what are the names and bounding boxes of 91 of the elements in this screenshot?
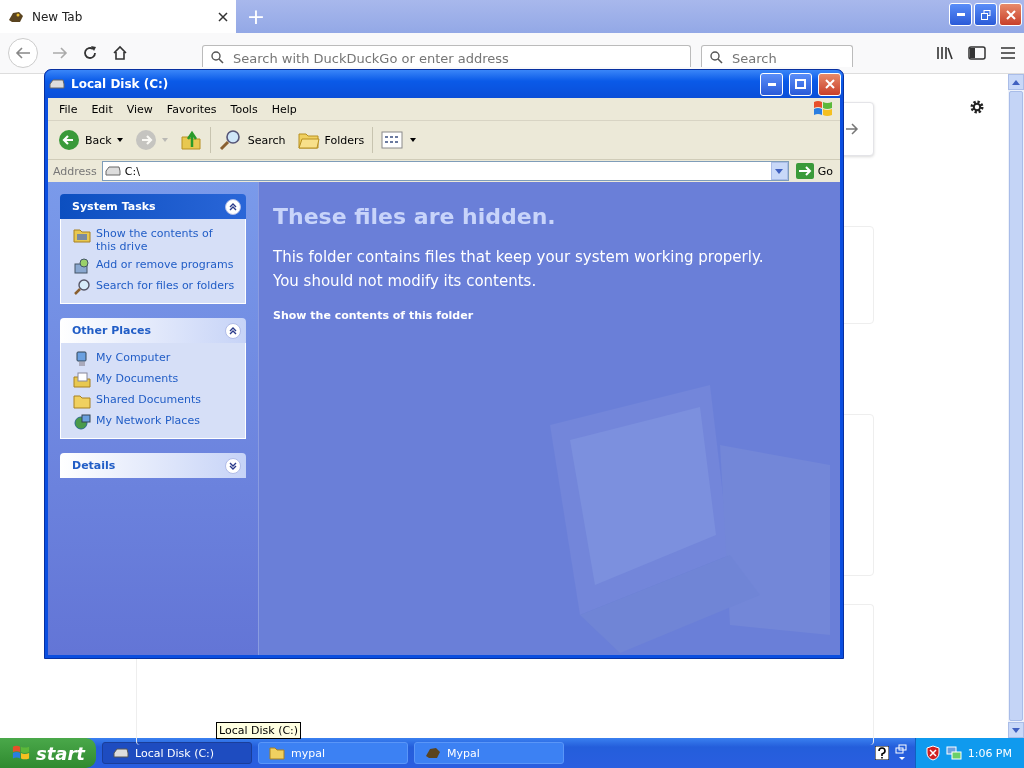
address-field[interactable]: Search with DuckDuckGo or enter address xyxy=(202,45,691,67)
folder-icon xyxy=(269,746,285,760)
minimize-button[interactable] xyxy=(760,72,783,96)
search-button[interactable]: Search xyxy=(214,127,290,153)
close-icon[interactable] xyxy=(218,11,228,22)
grid-icon xyxy=(381,131,406,149)
menu-item[interactable]: Tools xyxy=(223,102,265,116)
task-link[interactable]: Add or remove programs xyxy=(96,258,234,271)
panel-header[interactable]: Details xyxy=(60,453,246,478)
back-arrow-icon xyxy=(15,46,31,60)
menu-item[interactable]: File xyxy=(52,102,85,116)
minimize-icon xyxy=(956,13,965,16)
address-field[interactable]: C:\ xyxy=(101,161,789,181)
taskbar-button[interactable]: Mypal xyxy=(414,742,564,764)
task-link[interactable]: Shared Documents xyxy=(96,393,201,406)
task-link[interactable]: My Computer xyxy=(96,351,171,364)
sidebar-icon[interactable] xyxy=(968,45,986,61)
restore-button[interactable] xyxy=(974,3,997,26)
folders-button[interactable]: Folders xyxy=(293,128,369,152)
close-icon xyxy=(824,79,835,89)
close-button[interactable] xyxy=(999,3,1022,26)
drive-icon xyxy=(113,746,129,760)
search-icon xyxy=(218,129,243,151)
task-link[interactable]: My Network Places xyxy=(96,414,200,427)
close-button[interactable] xyxy=(818,72,841,96)
search-field[interactable]: Search xyxy=(701,45,853,67)
programs-icon xyxy=(73,258,91,274)
dropdown-button[interactable] xyxy=(770,162,788,180)
panel-header[interactable]: Other Places xyxy=(60,318,246,343)
folder-icon xyxy=(297,130,320,150)
drive-icon xyxy=(73,227,91,243)
window-title: Local Disk (C:) xyxy=(71,77,169,91)
menu-item[interactable]: Favorites xyxy=(159,102,224,116)
shield-icon[interactable] xyxy=(925,745,940,761)
windows-flag-icon xyxy=(812,99,834,119)
panel-header[interactable]: System Tasks xyxy=(60,194,246,219)
search-icon xyxy=(710,51,723,64)
close-icon xyxy=(1005,9,1016,20)
show-contents-link[interactable]: Show the contents of this folder xyxy=(273,309,474,322)
reload-icon[interactable] xyxy=(82,45,98,61)
menu-item[interactable]: Help xyxy=(264,102,304,116)
arrow-icon xyxy=(795,163,814,179)
drive-icon xyxy=(49,78,65,90)
back-button[interactable]: Back xyxy=(54,127,127,153)
documents-icon xyxy=(73,372,91,388)
task-link[interactable]: My Documents xyxy=(96,372,179,385)
scroll-down-button[interactable] xyxy=(1008,722,1024,738)
tooltip: Local Disk (C:) xyxy=(216,722,302,739)
heading: These files are hidden. xyxy=(273,204,556,229)
minimize-icon xyxy=(767,82,776,86)
drive-icon xyxy=(104,165,121,177)
settings-icon[interactable] xyxy=(968,98,986,116)
restore-icon[interactable] xyxy=(894,744,909,762)
caret-up-icon xyxy=(1012,79,1020,85)
restore-icon xyxy=(980,9,991,20)
home-icon[interactable] xyxy=(112,45,128,61)
clock: 1:06 PM xyxy=(967,746,1012,760)
windows-flag-icon xyxy=(11,744,31,762)
chevron-icon[interactable] xyxy=(225,198,241,215)
browser-tab[interactable]: New Tab xyxy=(0,0,236,33)
caret-icon xyxy=(161,138,168,142)
search-icon xyxy=(73,279,91,295)
message: This folder contains files that keep your system working properly. You should not modify its contents. xyxy=(273,247,765,292)
menu-icon[interactable] xyxy=(1000,46,1016,60)
scrollbar[interactable] xyxy=(1008,74,1024,738)
caret-down-icon xyxy=(775,168,784,174)
taskbar-button[interactable]: Local Disk (C:) xyxy=(102,742,252,764)
network-icon xyxy=(73,414,91,430)
caret-down-icon xyxy=(1012,727,1020,733)
address-label: Address xyxy=(52,164,98,178)
go-button[interactable]: Go xyxy=(791,163,837,179)
menu-item[interactable]: View xyxy=(119,102,160,116)
task-link[interactable]: Search for files or folders xyxy=(96,279,235,292)
menu-item[interactable]: Edit xyxy=(84,102,120,116)
chevron-icon[interactable] xyxy=(225,322,241,339)
help-icon[interactable] xyxy=(874,746,889,760)
folder-icon xyxy=(73,393,91,409)
minimize-button[interactable] xyxy=(949,3,972,26)
library-icon[interactable] xyxy=(936,45,954,61)
arrow-icon[interactable] xyxy=(845,122,859,136)
chevron-icon[interactable] xyxy=(225,457,241,474)
maximize-icon xyxy=(795,79,806,89)
maximize-button[interactable] xyxy=(789,72,812,96)
caret-icon xyxy=(410,138,417,142)
caret-icon xyxy=(116,138,123,142)
task-link[interactable]: Show the contents of this drive xyxy=(96,227,235,253)
start-button[interactable]: start xyxy=(0,738,96,768)
folder-up-icon xyxy=(179,129,202,151)
search-icon xyxy=(211,51,224,64)
taskbar-button[interactable]: mypal xyxy=(258,742,408,764)
scroll-up-button[interactable] xyxy=(1008,74,1024,90)
